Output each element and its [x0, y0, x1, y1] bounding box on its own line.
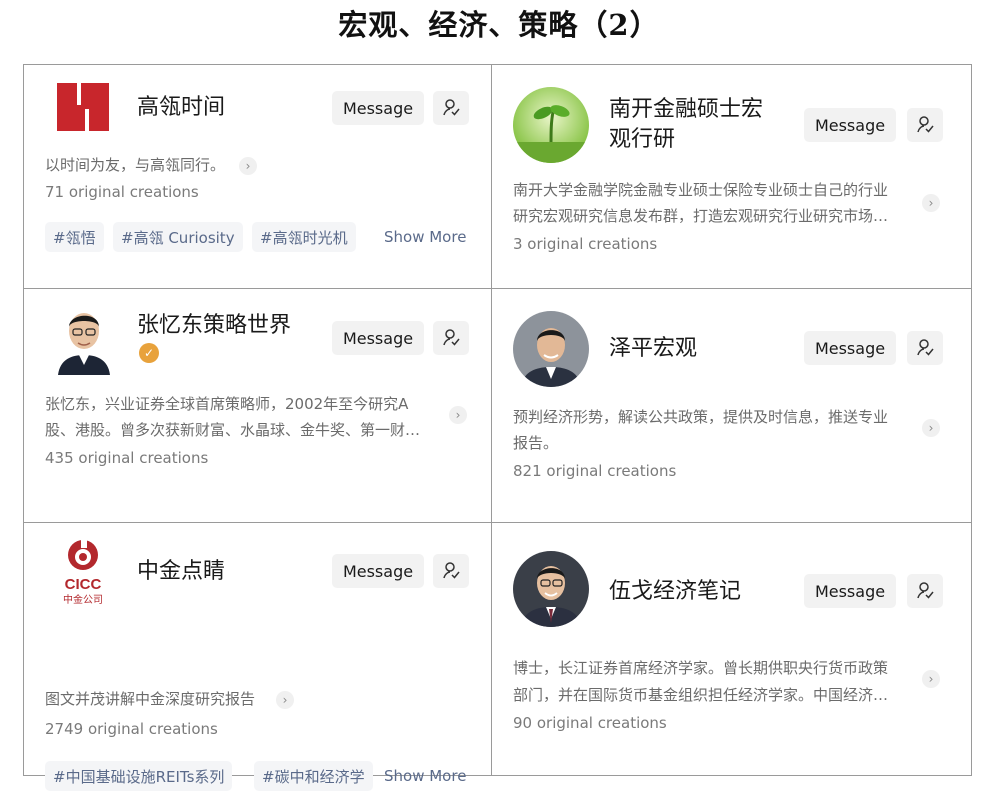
creation-count: 71 original creations — [45, 183, 199, 201]
account-description-line2: 研究宏观研究信息发布群，打造宏观研究行业研究市场… — [513, 207, 889, 225]
avatar — [513, 87, 589, 163]
creation-count: 3 original creations — [513, 235, 658, 253]
account-description-line1: 博士，长江证券首席经济学家。曾长期供职央行货币政策 — [513, 659, 889, 677]
follow-user-icon — [443, 329, 460, 346]
follow-user-icon — [443, 562, 460, 579]
account-name-line2[interactable]: 观行研 — [609, 125, 675, 155]
show-more-link[interactable]: Show More — [384, 767, 466, 785]
account-grid: 高瓴时间 Message 以时间为友，与高瓴同行。 › 71 original … — [23, 64, 973, 791]
message-button[interactable]: Message — [332, 554, 424, 588]
chevron-right-icon[interactable]: › — [922, 670, 940, 688]
avatar-logo — [57, 83, 109, 131]
account-description-line1: 南开大学金融学院金融专业硕士保险专业硕士自己的行业 — [513, 181, 889, 199]
account-card[interactable]: 南开金融硕士宏 观行研 Message 南开大学金融学院金融专业硕士保险专业硕士… — [492, 65, 973, 288]
follow-button[interactable] — [433, 321, 469, 355]
account-name[interactable]: 张忆东策略世界 — [137, 311, 291, 341]
follow-user-icon — [917, 582, 934, 599]
account-card[interactable]: 泽平宏观 Message 预判经济形势，解读公共政策，提供及时信息，推送专业 报… — [492, 289, 973, 522]
cicc-logo-text: CICC — [65, 576, 102, 593]
show-more-link[interactable]: Show More — [384, 228, 466, 246]
chevron-right-icon[interactable]: › — [449, 406, 467, 424]
account-name-line1[interactable]: 南开金融硕士宏 — [609, 95, 763, 125]
verified-badge-icon: ✓ — [139, 343, 159, 363]
account-card[interactable]: 张忆东策略世界 ✓ Message 张忆东，兴业证券全球首席策略师，2002年至… — [24, 289, 491, 522]
tag[interactable]: #高瓴时光机 — [252, 222, 356, 252]
chevron-right-icon[interactable]: › — [276, 691, 294, 709]
message-button[interactable]: Message — [804, 574, 896, 608]
account-description-line1: 张忆东，兴业证券全球首席策略师，2002年至今研究A — [45, 395, 409, 413]
account-description-line2: 股、港股。曾多次获新财富、水晶球、金牛奖、第一财… — [45, 421, 421, 439]
follow-user-icon — [917, 339, 934, 356]
tag[interactable]: #中国基础设施REITs系列 — [45, 761, 233, 791]
account-description-line2: 部门，并在国际货币基金组织担任经济学家。中国经济… — [513, 686, 889, 704]
cicc-logo-subtext: 中金公司 — [63, 593, 103, 606]
follow-user-icon — [443, 99, 460, 116]
follow-button[interactable] — [433, 91, 469, 125]
message-button[interactable]: Message — [332, 321, 424, 355]
chevron-right-icon[interactable]: › — [922, 419, 940, 437]
account-name[interactable]: 伍戈经济笔记 — [609, 577, 741, 607]
avatar-logo: CICC 中金公司 — [57, 537, 109, 607]
chevron-right-icon[interactable]: › — [239, 157, 257, 175]
account-card[interactable]: 高瓴时间 Message 以时间为友，与高瓴同行。 › 71 original … — [24, 65, 491, 288]
creation-count: 435 original creations — [45, 449, 209, 467]
chevron-right-icon[interactable]: › — [922, 194, 940, 212]
account-description-line1: 预判经济形势，解读公共政策，提供及时信息，推送专业 — [513, 408, 889, 426]
message-button[interactable]: Message — [804, 108, 896, 142]
avatar — [54, 299, 114, 375]
follow-button[interactable] — [433, 554, 469, 588]
message-button[interactable]: Message — [804, 331, 896, 365]
follow-button[interactable] — [907, 108, 943, 142]
follow-button[interactable] — [907, 574, 943, 608]
tag[interactable]: #瓴悟 — [45, 222, 104, 252]
account-description: 以时间为友，与高瓴同行。 — [45, 156, 226, 174]
tag[interactable]: #高瓴 Curiosity — [113, 222, 243, 252]
account-name[interactable]: 泽平宏观 — [609, 334, 697, 364]
avatar — [513, 311, 589, 387]
account-card[interactable]: 伍戈经济笔记 Message 博士，长江证券首席经济学家。曾长期供职央行货币政策… — [492, 523, 973, 777]
account-name[interactable]: 中金点睛 — [137, 557, 225, 587]
account-name[interactable]: 高瓴时间 — [137, 93, 225, 123]
follow-button[interactable] — [907, 331, 943, 365]
account-description-line2: 报告。 — [513, 434, 559, 452]
account-card[interactable]: CICC 中金公司 中金点睛 Message 图文并茂讲解中金深度研究报告 图文… — [24, 523, 491, 791]
follow-user-icon — [917, 116, 934, 133]
creation-count: 2749 original creations — [45, 720, 218, 738]
tag[interactable]: #碳中和经济学 — [254, 761, 373, 791]
account-description: 图文并茂讲解中金深度研究报告 — [45, 690, 256, 708]
avatar — [513, 551, 589, 627]
message-button[interactable]: Message — [332, 91, 424, 125]
creation-count: 90 original creations — [513, 714, 667, 732]
creation-count: 821 original creations — [513, 462, 677, 480]
page-title: 宏观、经济、策略（2） — [338, 8, 660, 42]
